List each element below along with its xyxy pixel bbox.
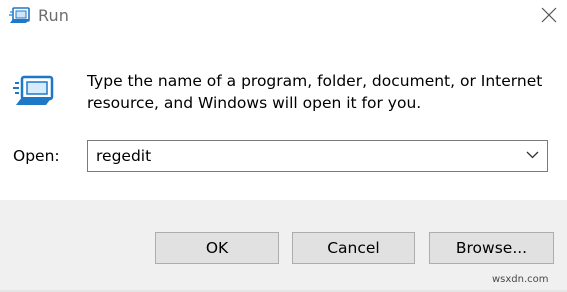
title-bar: Run — [0, 0, 567, 38]
browse-button[interactable]: Browse... — [429, 232, 554, 264]
open-combobox[interactable] — [87, 140, 548, 172]
run-icon — [9, 7, 31, 25]
instructions-line-2: resource, and Windows will open it for y… — [87, 94, 422, 112]
cancel-button[interactable]: Cancel — [292, 232, 415, 264]
dialog-body — [0, 38, 567, 200]
close-icon — [541, 7, 557, 23]
instructions-line-1: Type the name of a program, folder, docu… — [87, 72, 543, 90]
instructions-text: Type the name of a program, folder, docu… — [87, 70, 547, 114]
ok-button[interactable]: OK — [155, 232, 279, 264]
chevron-down-icon — [526, 151, 539, 159]
dropdown-button[interactable] — [521, 141, 543, 171]
open-label: Open: — [13, 147, 60, 165]
window-title: Run — [38, 6, 69, 25]
watermark: wsxdn.com — [492, 274, 549, 285]
open-input[interactable] — [88, 141, 526, 171]
run-app-icon — [13, 75, 55, 107]
close-button[interactable] — [531, 0, 567, 32]
